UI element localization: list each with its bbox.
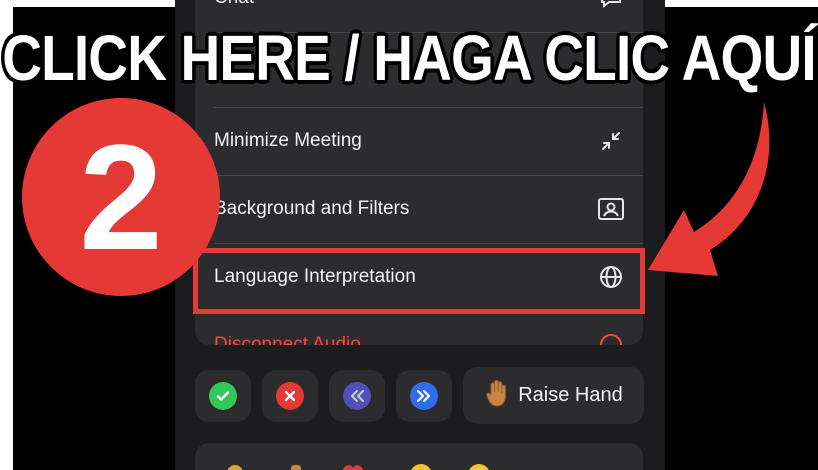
raised-hand-icon: [484, 378, 510, 413]
reaction-no-button[interactable]: [262, 370, 318, 422]
highlight-box: [193, 248, 645, 314]
reaction-faster-button[interactable]: [396, 370, 452, 422]
step-number: 2: [79, 113, 163, 281]
instruction-banner: CLICK HERE / HAGA CLIC AQUÍ: [0, 18, 818, 98]
fast-forward-icon: [410, 382, 438, 410]
chat-bubble-icon: [597, 0, 625, 12]
menu-item-background-filters[interactable]: Background and Filters: [195, 175, 643, 243]
menu-item-label: Disconnect Audio: [214, 334, 361, 345]
x-icon: [276, 382, 304, 410]
banner-text: CLICK HERE / HAGA CLIC AQUÍ: [2, 22, 816, 94]
step-number-badge: 2: [22, 98, 220, 296]
portrait-frame-icon: [597, 195, 625, 223]
reaction-slower-button[interactable]: [329, 370, 385, 422]
menu-item-label: Background and Filters: [214, 198, 410, 219]
raise-hand-label: Raise Hand: [518, 384, 623, 406]
raise-hand-button[interactable]: Raise Hand: [463, 367, 644, 424]
menu-item-label: Minimize Meeting: [214, 130, 362, 151]
menu-item-label: Chat: [214, 0, 254, 9]
disconnect-audio-icon: [597, 331, 625, 345]
reaction-yes-button[interactable]: [195, 370, 251, 422]
minimize-arrows-icon: [597, 127, 625, 155]
rewind-icon: [343, 382, 371, 410]
tutorial-screenshot: Chat … Minimize Meeting Background and F…: [0, 0, 818, 470]
pointer-arrow-icon: [648, 102, 770, 276]
menu-item-minimize-meeting[interactable]: Minimize Meeting: [195, 107, 643, 175]
emoji-reaction-bar: [195, 443, 643, 470]
check-icon: [209, 382, 237, 410]
menu-item-disconnect-audio[interactable]: Disconnect Audio: [195, 311, 643, 345]
